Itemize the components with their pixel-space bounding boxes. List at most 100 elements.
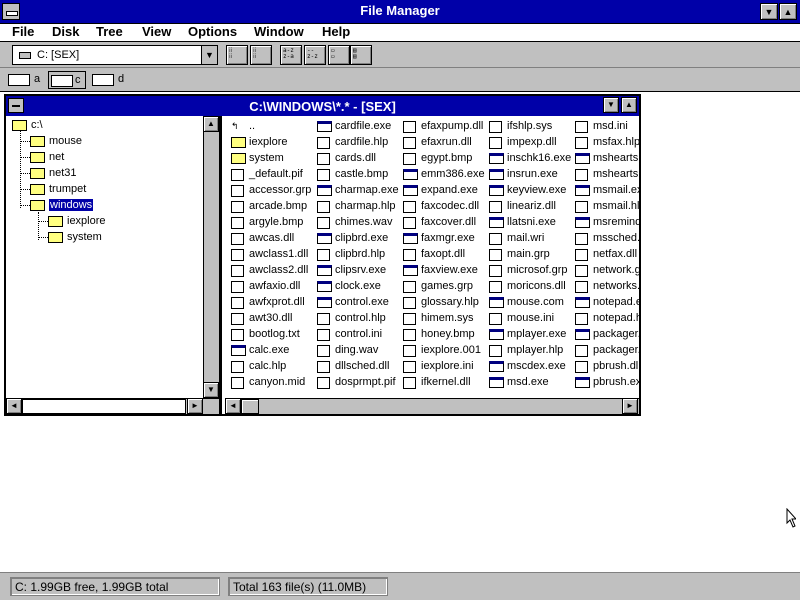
- menu-file[interactable]: File: [12, 24, 34, 39]
- application-icon: [575, 297, 590, 308]
- tree-item-mouse[interactable]: mouse: [30, 135, 82, 147]
- application-icon: [489, 329, 504, 340]
- properties-icon[interactable]: ▤ ▤: [350, 45, 372, 65]
- open-folder-icon: [30, 199, 45, 211]
- menu-disk[interactable]: Disk: [52, 24, 79, 39]
- scroll-thumb[interactable]: [22, 399, 186, 414]
- tree-item-root[interactable]: c:\: [12, 119, 43, 131]
- application-icon: [489, 361, 504, 372]
- application-icon: [489, 153, 504, 164]
- application-icon: [575, 377, 590, 388]
- document-icon: [489, 345, 502, 357]
- folder-icon: [30, 167, 45, 179]
- file-name: control.exe: [335, 296, 389, 308]
- document-icon: [403, 201, 416, 213]
- file-name: mouse.com: [507, 296, 564, 308]
- hard-drive-icon: [19, 52, 31, 59]
- scroll-right-icon[interactable]: ►: [187, 398, 203, 414]
- file-name: charmap.hlp: [335, 200, 396, 212]
- minimize-button[interactable]: ▼: [760, 3, 778, 20]
- folder-icon: [30, 151, 45, 163]
- scroll-thumb[interactable]: [241, 399, 259, 414]
- document-icon: [403, 313, 416, 325]
- folder-icon: [48, 231, 63, 243]
- document-icon: [231, 185, 244, 197]
- file-name: msd.exe: [507, 376, 549, 388]
- scroll-up-icon[interactable]: ▲: [203, 116, 219, 132]
- file-name: awfxprot.dll: [249, 296, 305, 308]
- file-name: faxmgr.exe: [421, 232, 475, 244]
- document-icon: [231, 377, 244, 389]
- drive-a[interactable]: a: [8, 71, 44, 89]
- tree-item-system[interactable]: system: [48, 231, 102, 243]
- tree-horizontal-scrollbar[interactable]: ◄ ►: [6, 398, 219, 414]
- file-name: impexp.dll: [507, 136, 557, 148]
- file-name: packager.e: [593, 328, 639, 340]
- file-name: iexplore.ini: [421, 360, 474, 372]
- tree-item-trumpet[interactable]: trumpet: [30, 183, 86, 195]
- scroll-right-icon[interactable]: ►: [622, 398, 638, 414]
- file-name: himem.sys: [421, 312, 474, 324]
- maximize-button[interactable]: ▲: [779, 3, 797, 20]
- connect-drive-icon[interactable]: ⁞⁞ ⁞⁞: [226, 45, 248, 65]
- tree-item-iexplore[interactable]: iexplore: [48, 215, 106, 227]
- tree-item-windows[interactable]: windows: [30, 199, 94, 211]
- document-icon: [317, 217, 330, 229]
- file-name: awclass2.dll: [249, 264, 309, 276]
- application-icon: [489, 185, 504, 196]
- tree-item-net[interactable]: net: [30, 151, 64, 163]
- drive-selector-value: C: [SEX]: [37, 49, 80, 61]
- file-name: lineariz.dll: [507, 200, 556, 212]
- disconnect-drive-icon[interactable]: ⁞⁞ ⁞⁞: [250, 45, 272, 65]
- application-icon: [489, 377, 504, 388]
- drive-d[interactable]: d: [92, 71, 128, 89]
- menu-help[interactable]: Help: [322, 24, 350, 39]
- document-icon: [575, 345, 588, 357]
- child-minimize-button[interactable]: ▼: [603, 97, 619, 113]
- title-bar: File Manager ▼ ▲: [0, 0, 800, 24]
- file-name: clipbrd.hlp: [335, 248, 386, 260]
- parent-directory-icon: ↰: [231, 121, 244, 133]
- file-name: netfax.dll: [593, 248, 638, 260]
- child-maximize-button[interactable]: ▲: [621, 97, 637, 113]
- file-name: cards.dll: [335, 152, 376, 164]
- file-name: llatsni.exe: [507, 216, 556, 228]
- file-name: main.grp: [507, 248, 550, 260]
- document-icon: [403, 153, 416, 165]
- menu-tree[interactable]: Tree: [96, 24, 123, 39]
- dropdown-arrow-icon[interactable]: ▼: [201, 46, 217, 64]
- file-name: awclass1.dll: [249, 248, 309, 260]
- document-icon: [489, 281, 502, 293]
- document-icon: [403, 121, 416, 133]
- menu-view[interactable]: View: [142, 24, 171, 39]
- file-name: clipbrd.exe: [335, 232, 389, 244]
- document-icon: [231, 297, 244, 309]
- document-icon: [489, 313, 502, 325]
- scroll-left-icon[interactable]: ◄: [6, 398, 22, 414]
- tree-item-net31[interactable]: net31: [30, 167, 77, 179]
- file-name: egypt.bmp: [421, 152, 473, 164]
- scroll-down-icon[interactable]: ▼: [203, 382, 219, 398]
- file-name: mssched.c: [593, 232, 639, 244]
- drive-selector[interactable]: C: [SEX] ▼: [12, 45, 218, 65]
- tree-vertical-scrollbar[interactable]: ▲ ▼: [203, 116, 219, 398]
- file-name: pbrush.exe: [593, 376, 639, 388]
- sort-by-type-icon[interactable]: ‑‑ z‑z: [304, 45, 326, 65]
- document-icon: [231, 313, 244, 325]
- document-icon: [231, 281, 244, 293]
- file-name: charmap.exe: [335, 184, 399, 196]
- copy-icon[interactable]: ▭ ▭: [328, 45, 350, 65]
- drive-c[interactable]: c: [48, 71, 86, 89]
- cdrom-drive-icon: [92, 74, 114, 86]
- file-name: msmail.exe: [593, 184, 639, 196]
- scroll-left-icon[interactable]: ◄: [225, 398, 241, 414]
- sort-by-name-icon[interactable]: a‑z z‑a: [280, 45, 302, 65]
- file-horizontal-scrollbar[interactable]: ◄ ►: [225, 398, 639, 414]
- file-name: castle.bmp: [335, 168, 389, 180]
- file-name: msremind.e: [593, 216, 639, 228]
- menu-options[interactable]: Options: [188, 24, 237, 39]
- file-name: cardfile.hlp: [335, 136, 389, 148]
- document-icon: [489, 201, 502, 213]
- document-icon: [575, 201, 588, 213]
- menu-window[interactable]: Window: [254, 24, 304, 39]
